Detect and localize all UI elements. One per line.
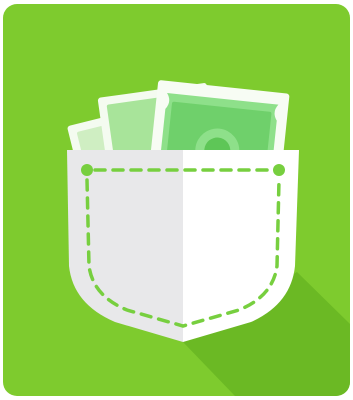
pocket-left — [67, 150, 183, 342]
stitch-dot-right — [273, 164, 285, 176]
money-pocket-icon — [67, 80, 350, 396]
app-icon-tile[interactable] — [3, 4, 350, 396]
app-icon-screen — [0, 0, 353, 400]
stitch-dot-left — [81, 164, 93, 176]
